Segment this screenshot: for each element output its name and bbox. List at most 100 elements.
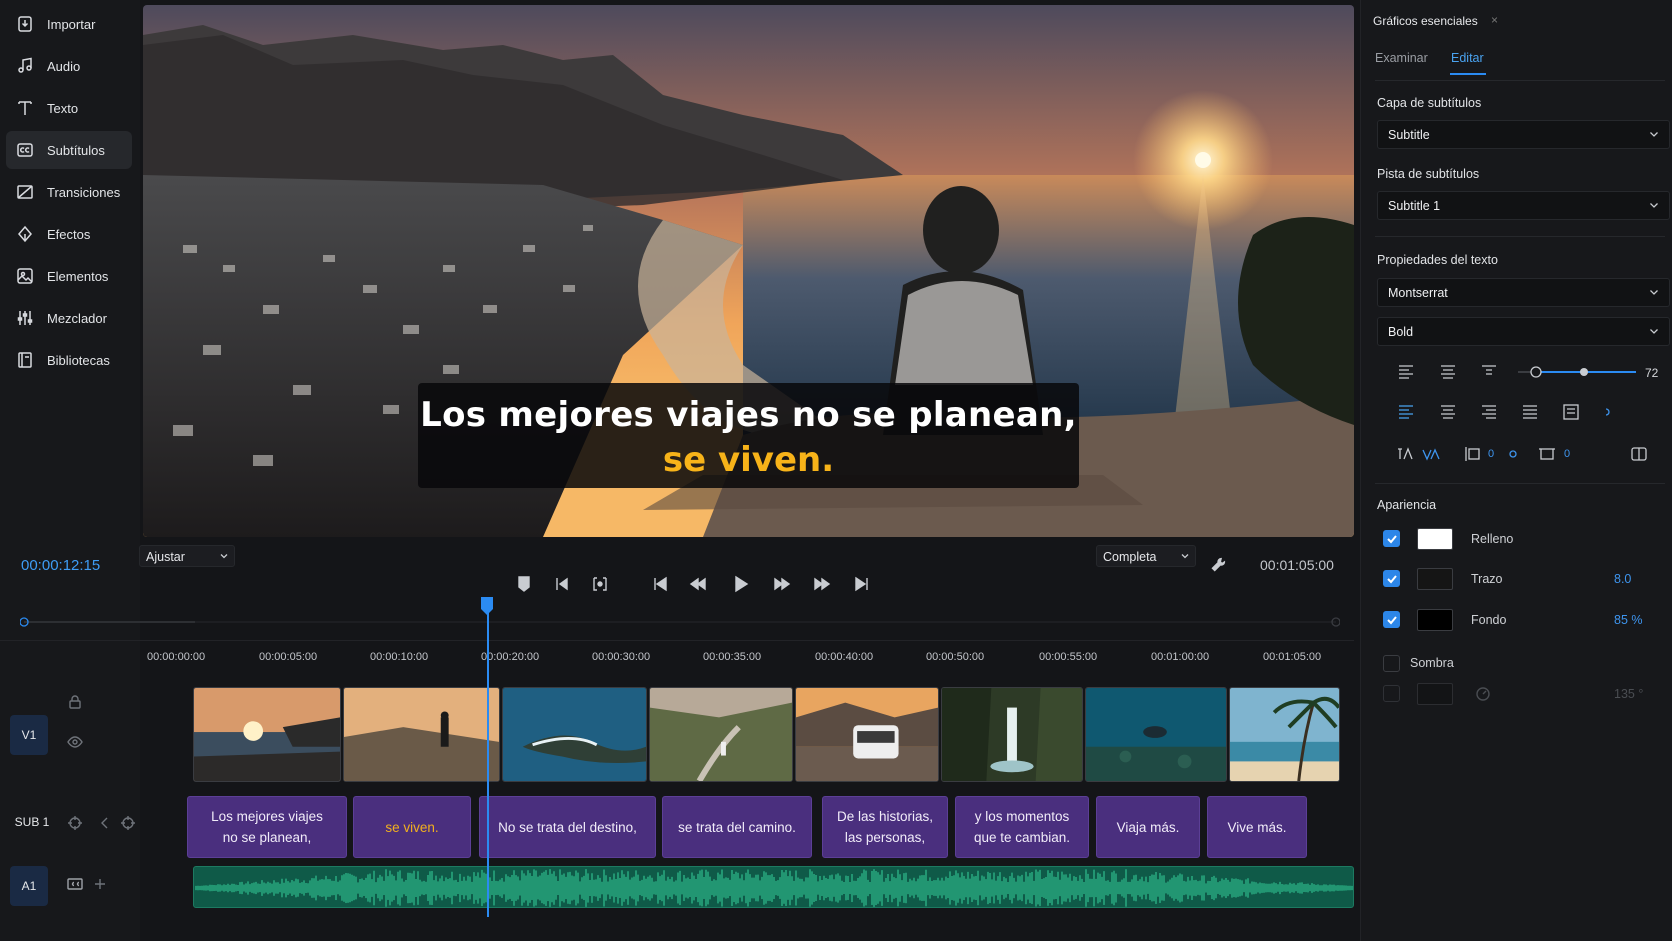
sidebar-item-mezclador[interactable]: Mezclador: [6, 299, 132, 337]
video-clip-thumbnail[interactable]: [649, 687, 793, 782]
mark-in-button[interactable]: [551, 573, 573, 595]
audio-clip-a1[interactable]: [193, 866, 1354, 908]
background-opacity-value[interactable]: 85 %: [1614, 613, 1643, 627]
fit-dropdown[interactable]: Ajustar: [139, 545, 235, 567]
stroke-width-value[interactable]: 8.0: [1614, 572, 1631, 586]
video-clip-thumbnail[interactable]: [343, 687, 500, 782]
subtitle-clip[interactable]: Vive más.: [1207, 796, 1307, 858]
tab-editar[interactable]: Editar: [1451, 51, 1484, 65]
captions-icon[interactable]: [67, 876, 83, 892]
video-clip-thumbnail[interactable]: [193, 687, 341, 782]
shadow-checkbox[interactable]: [1383, 655, 1400, 672]
baseline-icon[interactable]: [1503, 445, 1523, 463]
active-tab-indicator: [1450, 73, 1486, 75]
go-to-start-button[interactable]: [649, 573, 671, 595]
settings-wrench-button[interactable]: [1209, 556, 1227, 574]
fast-forward-button[interactable]: [811, 573, 833, 595]
kerning-value[interactable]: 0: [1564, 448, 1570, 460]
video-clip-thumbnail[interactable]: [1229, 687, 1340, 782]
go-to-end-button[interactable]: [851, 573, 873, 595]
playhead-handle[interactable]: [480, 596, 494, 616]
sidebar-item-texto[interactable]: Texto: [6, 89, 132, 127]
subtitle-clip[interactable]: Viaja más.: [1096, 796, 1200, 858]
video-clip-thumbnail[interactable]: [941, 687, 1083, 782]
subtitle-clip-selected[interactable]: se viven.: [353, 796, 471, 858]
subtitle-clip[interactable]: se trata del camino.: [662, 796, 812, 858]
sidebar-item-efectos[interactable]: Efectos: [6, 215, 132, 253]
subtitle-clip[interactable]: No se trata del destino,: [479, 796, 656, 858]
eye-icon[interactable]: [67, 734, 83, 750]
arrow-left-icon[interactable]: [97, 815, 113, 831]
video-preview[interactable]: Los mejores viajes no se planean, se viv…: [143, 5, 1354, 537]
video-clip-thumbnail[interactable]: [502, 687, 647, 782]
tsume-icon[interactable]: [1537, 445, 1557, 463]
font-size-slider[interactable]: [1518, 366, 1636, 378]
subtitle-layer-dropdown[interactable]: Subtitle: [1377, 120, 1670, 149]
sidebar-item-importar[interactable]: Importar: [6, 5, 132, 43]
quality-dropdown-label: Completa: [1103, 550, 1157, 564]
rotate-icon[interactable]: [1599, 403, 1619, 421]
font-family-dropdown[interactable]: Montserrat: [1377, 278, 1670, 307]
align-left-block-icon[interactable]: [1396, 363, 1416, 381]
background-checkbox[interactable]: [1383, 611, 1400, 628]
text-align-center-icon[interactable]: [1438, 403, 1458, 421]
shadow-color-swatch[interactable]: [1417, 683, 1453, 705]
sidebar-item-subtitulos[interactable]: Subtítulos: [6, 131, 132, 169]
background-color-swatch[interactable]: [1417, 609, 1453, 631]
ruler-tick: 00:00:55:00: [1039, 651, 1098, 663]
playback-quality-dropdown[interactable]: Completa: [1096, 545, 1196, 567]
sidebar-item-transiciones[interactable]: Transiciones: [6, 173, 132, 211]
play-button[interactable]: [729, 573, 751, 595]
sidebar-item-audio[interactable]: Audio: [6, 47, 132, 85]
preview-subtitle-box[interactable]: Los mejores viajes no se planean, se viv…: [418, 383, 1079, 488]
step-forward-button[interactable]: [771, 573, 793, 595]
track-header-v1[interactable]: V1: [10, 715, 48, 755]
sidebar-item-bibliotecas[interactable]: Bibliotecas: [6, 341, 132, 379]
panel-close-icon[interactable]: ×: [1491, 13, 1498, 27]
clip-line1: se trata del camino.: [678, 819, 796, 835]
tracking-icon[interactable]: [1396, 445, 1416, 463]
leading-icon[interactable]: [1464, 445, 1484, 463]
timeline-ruler[interactable]: 00:00:00:00 00:00:05:00 00:00:10:00 00:0…: [0, 640, 1354, 680]
shadow-angle-value[interactable]: 135 °: [1614, 687, 1643, 701]
tab-examinar[interactable]: Examinar: [1375, 51, 1428, 65]
video-clip-thumbnail[interactable]: [1085, 687, 1227, 782]
fill-checkbox[interactable]: [1383, 530, 1400, 547]
track-header-a1[interactable]: A1: [10, 866, 48, 906]
text-align-left-icon[interactable]: [1396, 403, 1416, 421]
align-center-block-icon[interactable]: [1438, 363, 1458, 381]
stroke-color-swatch[interactable]: [1417, 568, 1453, 590]
text-box-icon[interactable]: [1561, 403, 1581, 421]
align-top-icon[interactable]: [1479, 363, 1499, 381]
target-icon[interactable]: [67, 815, 83, 831]
kerning-icon[interactable]: [1421, 445, 1441, 463]
tracking-value[interactable]: 0: [1488, 448, 1494, 460]
marker-button[interactable]: [513, 573, 535, 595]
text-justify-icon[interactable]: [1520, 403, 1540, 421]
subtitle-clip[interactable]: y los momentos que te cambian.: [955, 796, 1089, 858]
lock-icon[interactable]: [67, 694, 83, 710]
shadow-secondary-checkbox[interactable]: [1383, 685, 1400, 702]
fill-color-swatch[interactable]: [1417, 528, 1453, 550]
clip-line1: De las historias,: [836, 809, 934, 824]
video-editor-app: Importar Audio Texto Subtítulos Transici…: [0, 0, 1672, 941]
step-forward-icon: [774, 577, 791, 591]
video-clip-thumbnail[interactable]: [795, 687, 939, 782]
track-header-sub1[interactable]: SUB 1: [10, 802, 54, 842]
zoom-scrollbar[interactable]: [20, 617, 1340, 627]
subtitle-clip[interactable]: Los mejores viajes no se planean,: [187, 796, 347, 858]
subtitle-track-dropdown[interactable]: Subtitle 1: [1377, 191, 1670, 220]
mark-clip-button[interactable]: [589, 573, 611, 595]
caps-icon[interactable]: [1629, 445, 1649, 463]
font-size-value[interactable]: 72: [1645, 366, 1658, 380]
font-style-dropdown[interactable]: Bold: [1377, 317, 1670, 346]
step-back-button[interactable]: [687, 573, 709, 595]
target-icon[interactable]: [120, 815, 136, 831]
angle-dial-icon[interactable]: [1475, 686, 1491, 702]
stroke-checkbox[interactable]: [1383, 570, 1400, 587]
text-align-right-icon[interactable]: [1479, 403, 1499, 421]
subtitle-clip[interactable]: De las historias, las personas,: [822, 796, 948, 858]
current-timecode[interactable]: 00:00:12:15: [21, 557, 100, 574]
sidebar-item-elementos[interactable]: Elementos: [6, 257, 132, 295]
add-icon[interactable]: [92, 876, 108, 892]
